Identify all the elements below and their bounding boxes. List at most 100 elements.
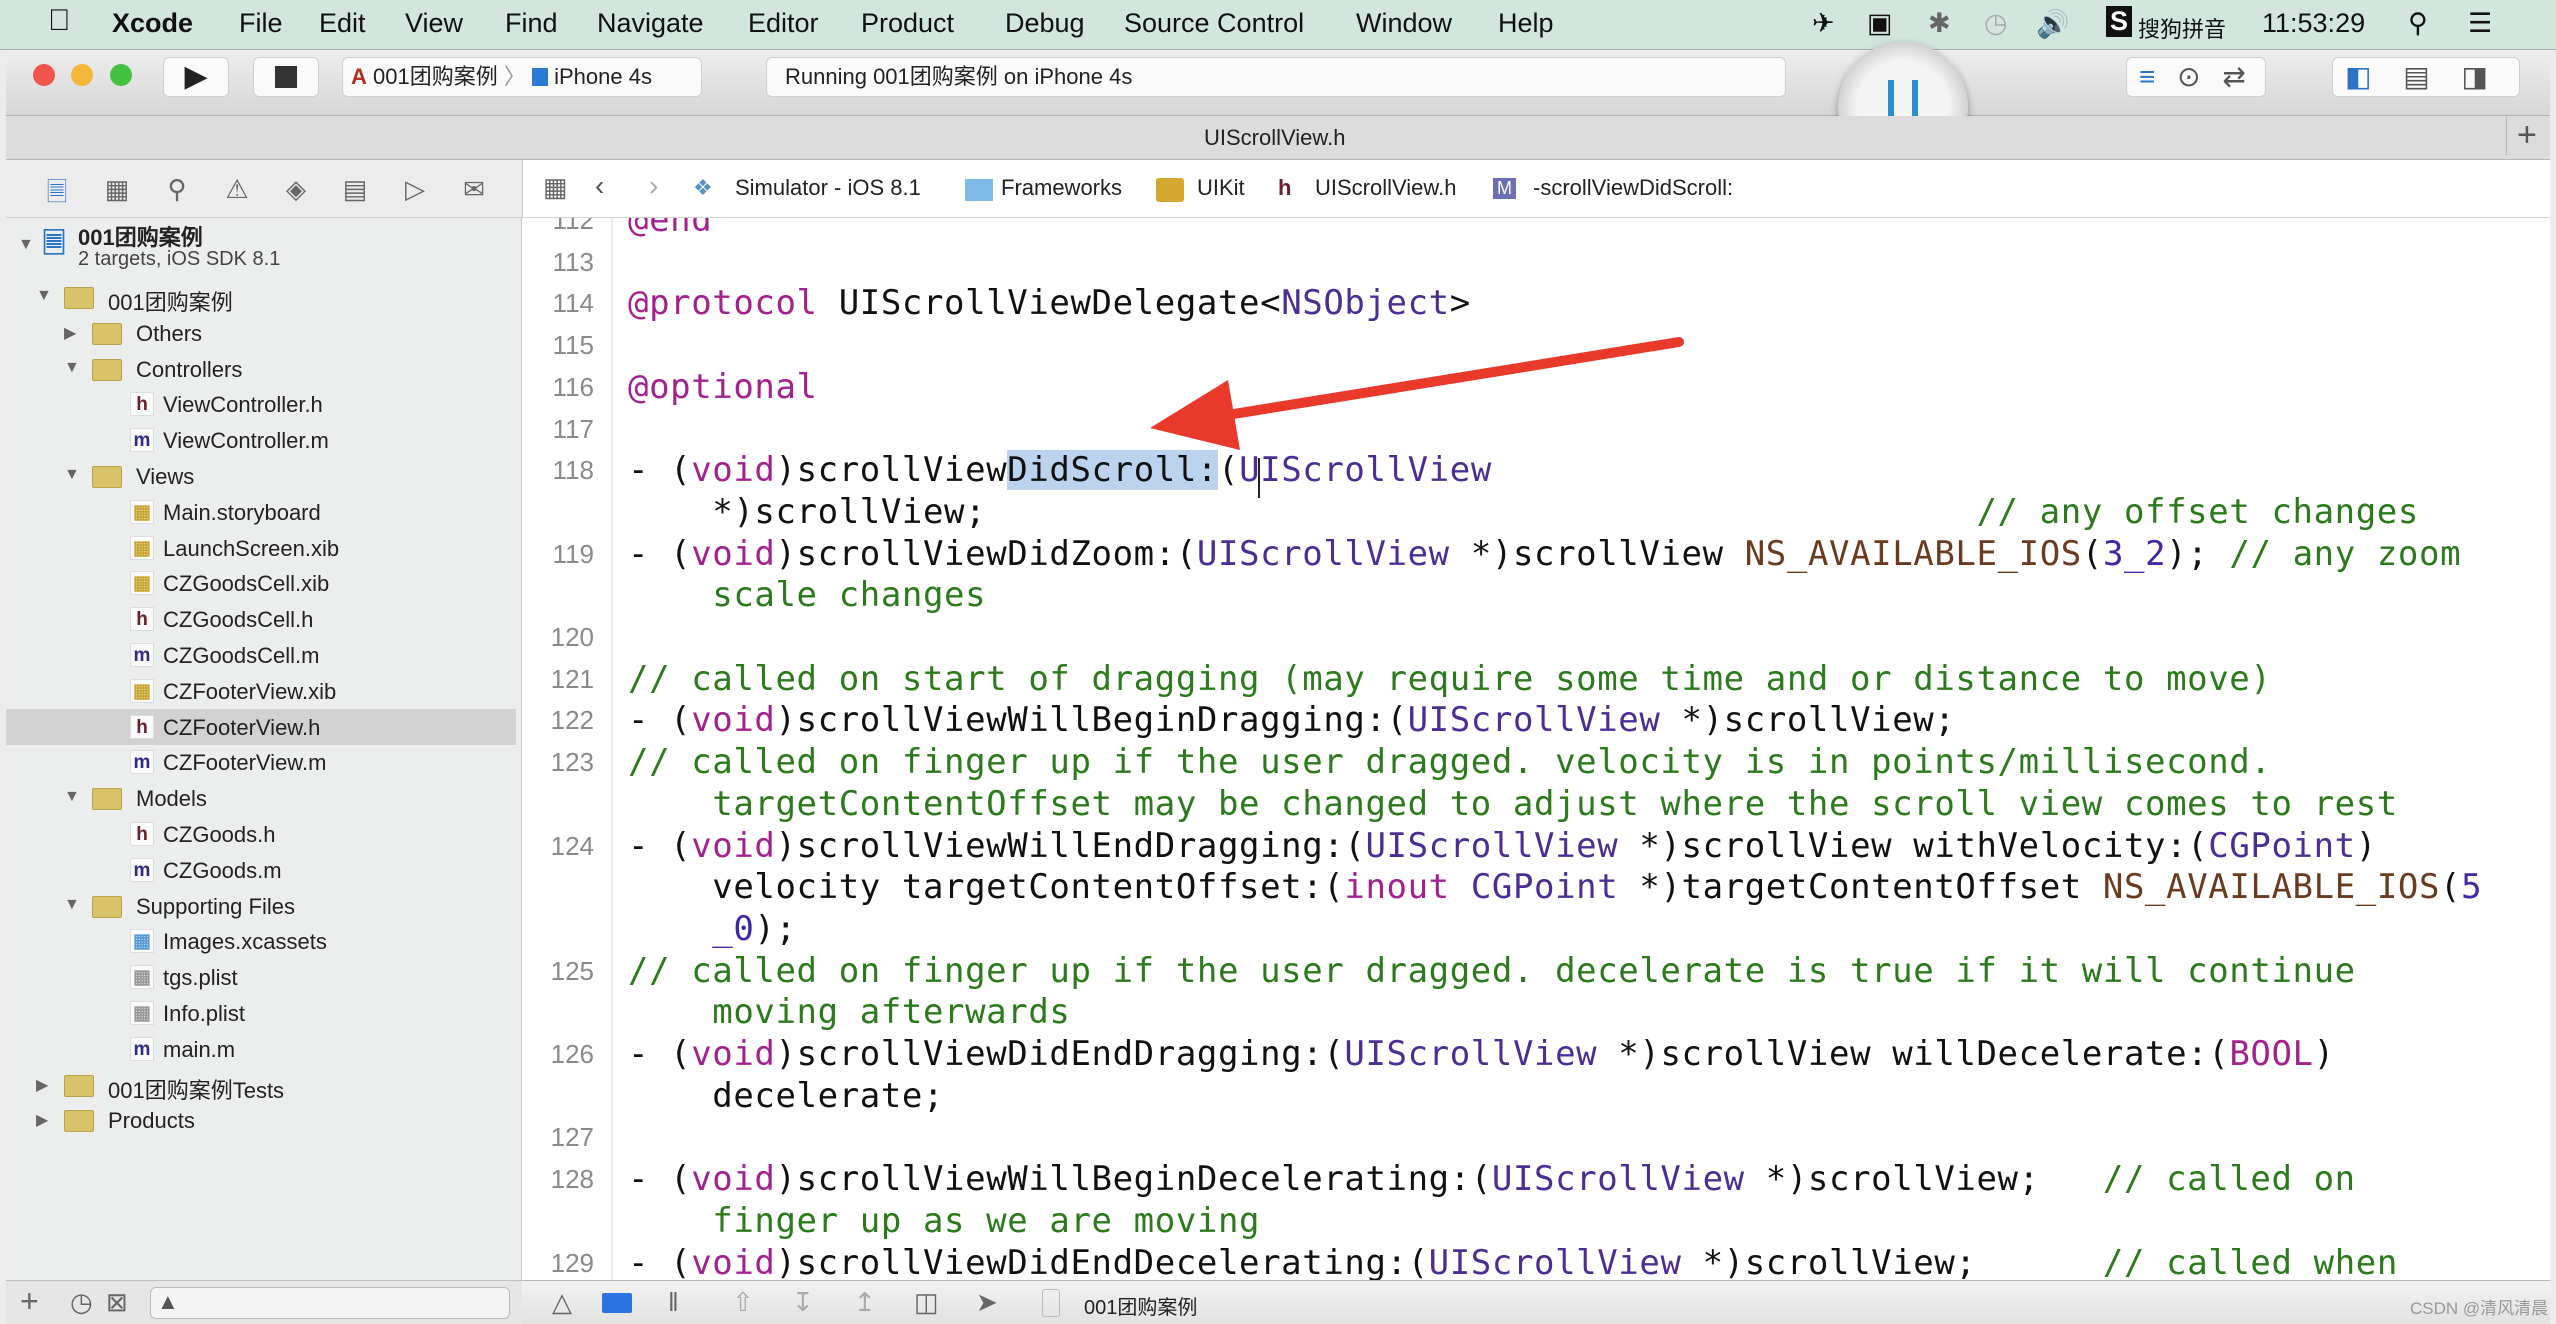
menu-editor[interactable]: Editor xyxy=(748,8,819,39)
symbol-navigator-icon[interactable]: ▦ xyxy=(100,174,134,205)
add-tab-button[interactable]: + xyxy=(2506,116,2537,155)
navigator-item[interactable]: m ViewController.m xyxy=(6,422,516,458)
menu-window[interactable]: Window xyxy=(1356,8,1452,39)
minimize-window-button[interactable] xyxy=(71,64,93,86)
version-editor-icon[interactable]: ⇄ xyxy=(2222,61,2245,92)
volume-icon[interactable]: 🔊 xyxy=(2036,8,2070,40)
forward-button[interactable]: › xyxy=(649,170,658,202)
code-text[interactable]: *)scrollView; // any offset changes xyxy=(628,491,2419,533)
time-machine-icon[interactable]: ◷ xyxy=(1984,8,2008,39)
apple-menu-icon[interactable]:  xyxy=(48,4,71,38)
hide-debug-area-icon[interactable]: △ xyxy=(552,1287,572,1318)
code-text[interactable]: - (void)scrollViewDidEndDecelerating:(UI… xyxy=(628,1242,2398,1281)
menu-product[interactable]: Product xyxy=(861,8,954,39)
screen-record-icon[interactable]: ▣ xyxy=(1867,8,1893,39)
related-items-icon[interactable]: ▦ xyxy=(543,172,568,203)
find-navigator-icon[interactable]: ⚲ xyxy=(160,174,194,205)
report-navigator-icon[interactable]: ✉ xyxy=(457,174,491,205)
code-text[interactable]: // called on start of dragging (may requ… xyxy=(628,658,2271,700)
menu-navigate[interactable]: Navigate xyxy=(597,8,704,39)
code-text[interactable]: - (void)scrollViewDidEndDragging:(UIScro… xyxy=(628,1033,2335,1075)
simulate-location-icon[interactable]: ➤ xyxy=(976,1287,998,1318)
menu-help[interactable]: Help xyxy=(1498,8,1554,39)
navigator-item[interactable]: ▶ Others xyxy=(6,315,516,351)
issue-navigator-icon[interactable]: ⚠ xyxy=(220,174,254,205)
navigator-item[interactable]: m CZGoods.m xyxy=(6,852,516,888)
navigator-item[interactable]: ▼ Supporting Files xyxy=(6,888,516,924)
navigator-item[interactable]: ▼ Controllers xyxy=(6,351,516,387)
spotlight-icon[interactable]: ⚲ xyxy=(2408,8,2428,39)
navigator-item[interactable]: h ViewController.h xyxy=(6,386,516,422)
navigator-item[interactable]: h CZGoods.h xyxy=(6,816,516,852)
step-out-icon[interactable]: ↥ xyxy=(854,1287,876,1318)
navigator-item[interactable]: ▦ CZFooterView.xib xyxy=(6,673,516,709)
close-window-button[interactable] xyxy=(33,64,55,86)
navigator-item[interactable]: ▼ Views xyxy=(6,458,516,494)
airplane-icon[interactable]: ✈ xyxy=(1812,8,1835,39)
zoom-window-button[interactable] xyxy=(110,64,132,86)
menu-source-control[interactable]: Source Control xyxy=(1124,8,1304,39)
test-navigator-icon[interactable]: ◈ xyxy=(279,174,313,205)
navigator-item[interactable]: ▦ Main.storyboard xyxy=(6,494,516,530)
jump-frameworks[interactable]: Frameworks xyxy=(1001,175,1122,201)
recent-files-icon[interactable]: ◷ xyxy=(70,1287,93,1318)
debug-area-toggle-icon[interactable]: ▤ xyxy=(2403,61,2429,92)
code-text[interactable]: @end xyxy=(628,218,712,241)
navigator-item[interactable]: ▦ tgs.plist xyxy=(6,959,516,995)
debug-target-label[interactable]: 001团购案例 xyxy=(1084,1291,1197,1320)
code-text[interactable]: finger up as we are moving xyxy=(628,1200,1260,1242)
code-text[interactable]: targetContentOffset may be changed to ad… xyxy=(628,783,2398,825)
notification-center-icon[interactable]: ☰ xyxy=(2468,8,2492,39)
code-text[interactable]: @protocol UIScrollViewDelegate<NSObject> xyxy=(628,282,1471,324)
navigator-item[interactable]: ▦ Images.xcassets xyxy=(6,923,516,959)
step-into-icon[interactable]: ↧ xyxy=(792,1287,814,1318)
back-button[interactable]: ‹ xyxy=(595,170,604,202)
code-text[interactable]: - (void)scrollViewWillBeginDragging:(UIS… xyxy=(628,699,1955,741)
navigator-item[interactable]: ▼ Models xyxy=(6,780,516,816)
jump-method[interactable]: -scrollViewDidScroll: xyxy=(1533,175,1733,201)
menu-clock[interactable]: 11:53:29 xyxy=(2262,8,2365,39)
jump-file[interactable]: UIScrollView.h xyxy=(1315,175,1456,201)
disclosure-open-icon[interactable]: ▼ xyxy=(18,236,34,254)
jump-simulator[interactable]: Simulator - iOS 8.1 xyxy=(735,175,921,201)
code-text[interactable]: @optional xyxy=(628,366,818,408)
code-text[interactable]: decelerate; xyxy=(628,1075,944,1117)
project-navigator-icon[interactable]: 🗏 xyxy=(40,174,74,218)
utilities-toggle-icon[interactable]: ◨ xyxy=(2462,61,2488,92)
code-text[interactable]: - (void)scrollViewDidScroll:(UIScrollVie… xyxy=(628,449,1492,491)
menu-view[interactable]: View xyxy=(405,8,463,39)
menu-file[interactable]: File xyxy=(239,8,283,39)
navigator-item[interactable]: ▶ Products xyxy=(6,1102,516,1138)
breakpoint-navigator-icon[interactable]: ▷ xyxy=(398,174,432,205)
disclosure-open-icon[interactable]: ▼ xyxy=(64,896,80,914)
navigator-item[interactable]: ▦ Info.plist xyxy=(6,995,516,1031)
disclosure-closed-icon[interactable]: ▶ xyxy=(64,323,76,343)
sogou-input-icon[interactable]: S xyxy=(2106,6,2133,37)
scheme-selector[interactable]: A 001团购案例 〉 iPhone 4s xyxy=(342,57,702,97)
navigator-item[interactable]: ▼ 001团购案例 xyxy=(6,279,516,315)
run-button[interactable]: ▶ xyxy=(163,57,229,97)
disclosure-open-icon[interactable]: ▼ xyxy=(64,788,80,806)
breakpoints-toggle-icon[interactable] xyxy=(602,1293,632,1313)
step-over-icon[interactable]: ⇧ xyxy=(732,1287,754,1318)
disclosure-open-icon[interactable]: ▼ xyxy=(64,359,80,377)
navigator-filter-input[interactable]: ▲ xyxy=(150,1287,510,1319)
jump-uikit[interactable]: UIKit xyxy=(1197,175,1245,201)
code-text[interactable]: moving afterwards xyxy=(628,991,1070,1033)
standard-editor-icon[interactable]: ≡ xyxy=(2139,61,2155,92)
disclosure-open-icon[interactable]: ▼ xyxy=(64,466,80,484)
navigator-item[interactable]: m CZGoodsCell.m xyxy=(6,637,516,673)
navigator-item[interactable]: h CZGoodsCell.h xyxy=(6,601,516,637)
disclosure-closed-icon[interactable]: ▶ xyxy=(36,1110,48,1130)
code-text[interactable]: scale changes xyxy=(628,574,986,616)
disclosure-closed-icon[interactable]: ▶ xyxy=(36,1075,48,1095)
menu-debug[interactable]: Debug xyxy=(1005,8,1085,39)
code-text[interactable]: - (void)scrollViewDidZoom:(UIScrollView … xyxy=(628,533,2461,575)
navigator-item[interactable]: ▦ LaunchScreen.xib xyxy=(6,530,516,566)
tab-uiscrollview-h[interactable]: UIScrollView.h xyxy=(1204,125,1345,151)
code-text[interactable]: // called on finger up if the user dragg… xyxy=(628,950,2356,992)
code-text[interactable]: // called on finger up if the user dragg… xyxy=(628,741,2271,783)
assistant-editor-icon[interactable]: ⊙ xyxy=(2177,61,2200,92)
navigator-item[interactable]: m CZFooterView.m xyxy=(6,744,516,780)
add-file-button[interactable]: + xyxy=(20,1283,39,1320)
